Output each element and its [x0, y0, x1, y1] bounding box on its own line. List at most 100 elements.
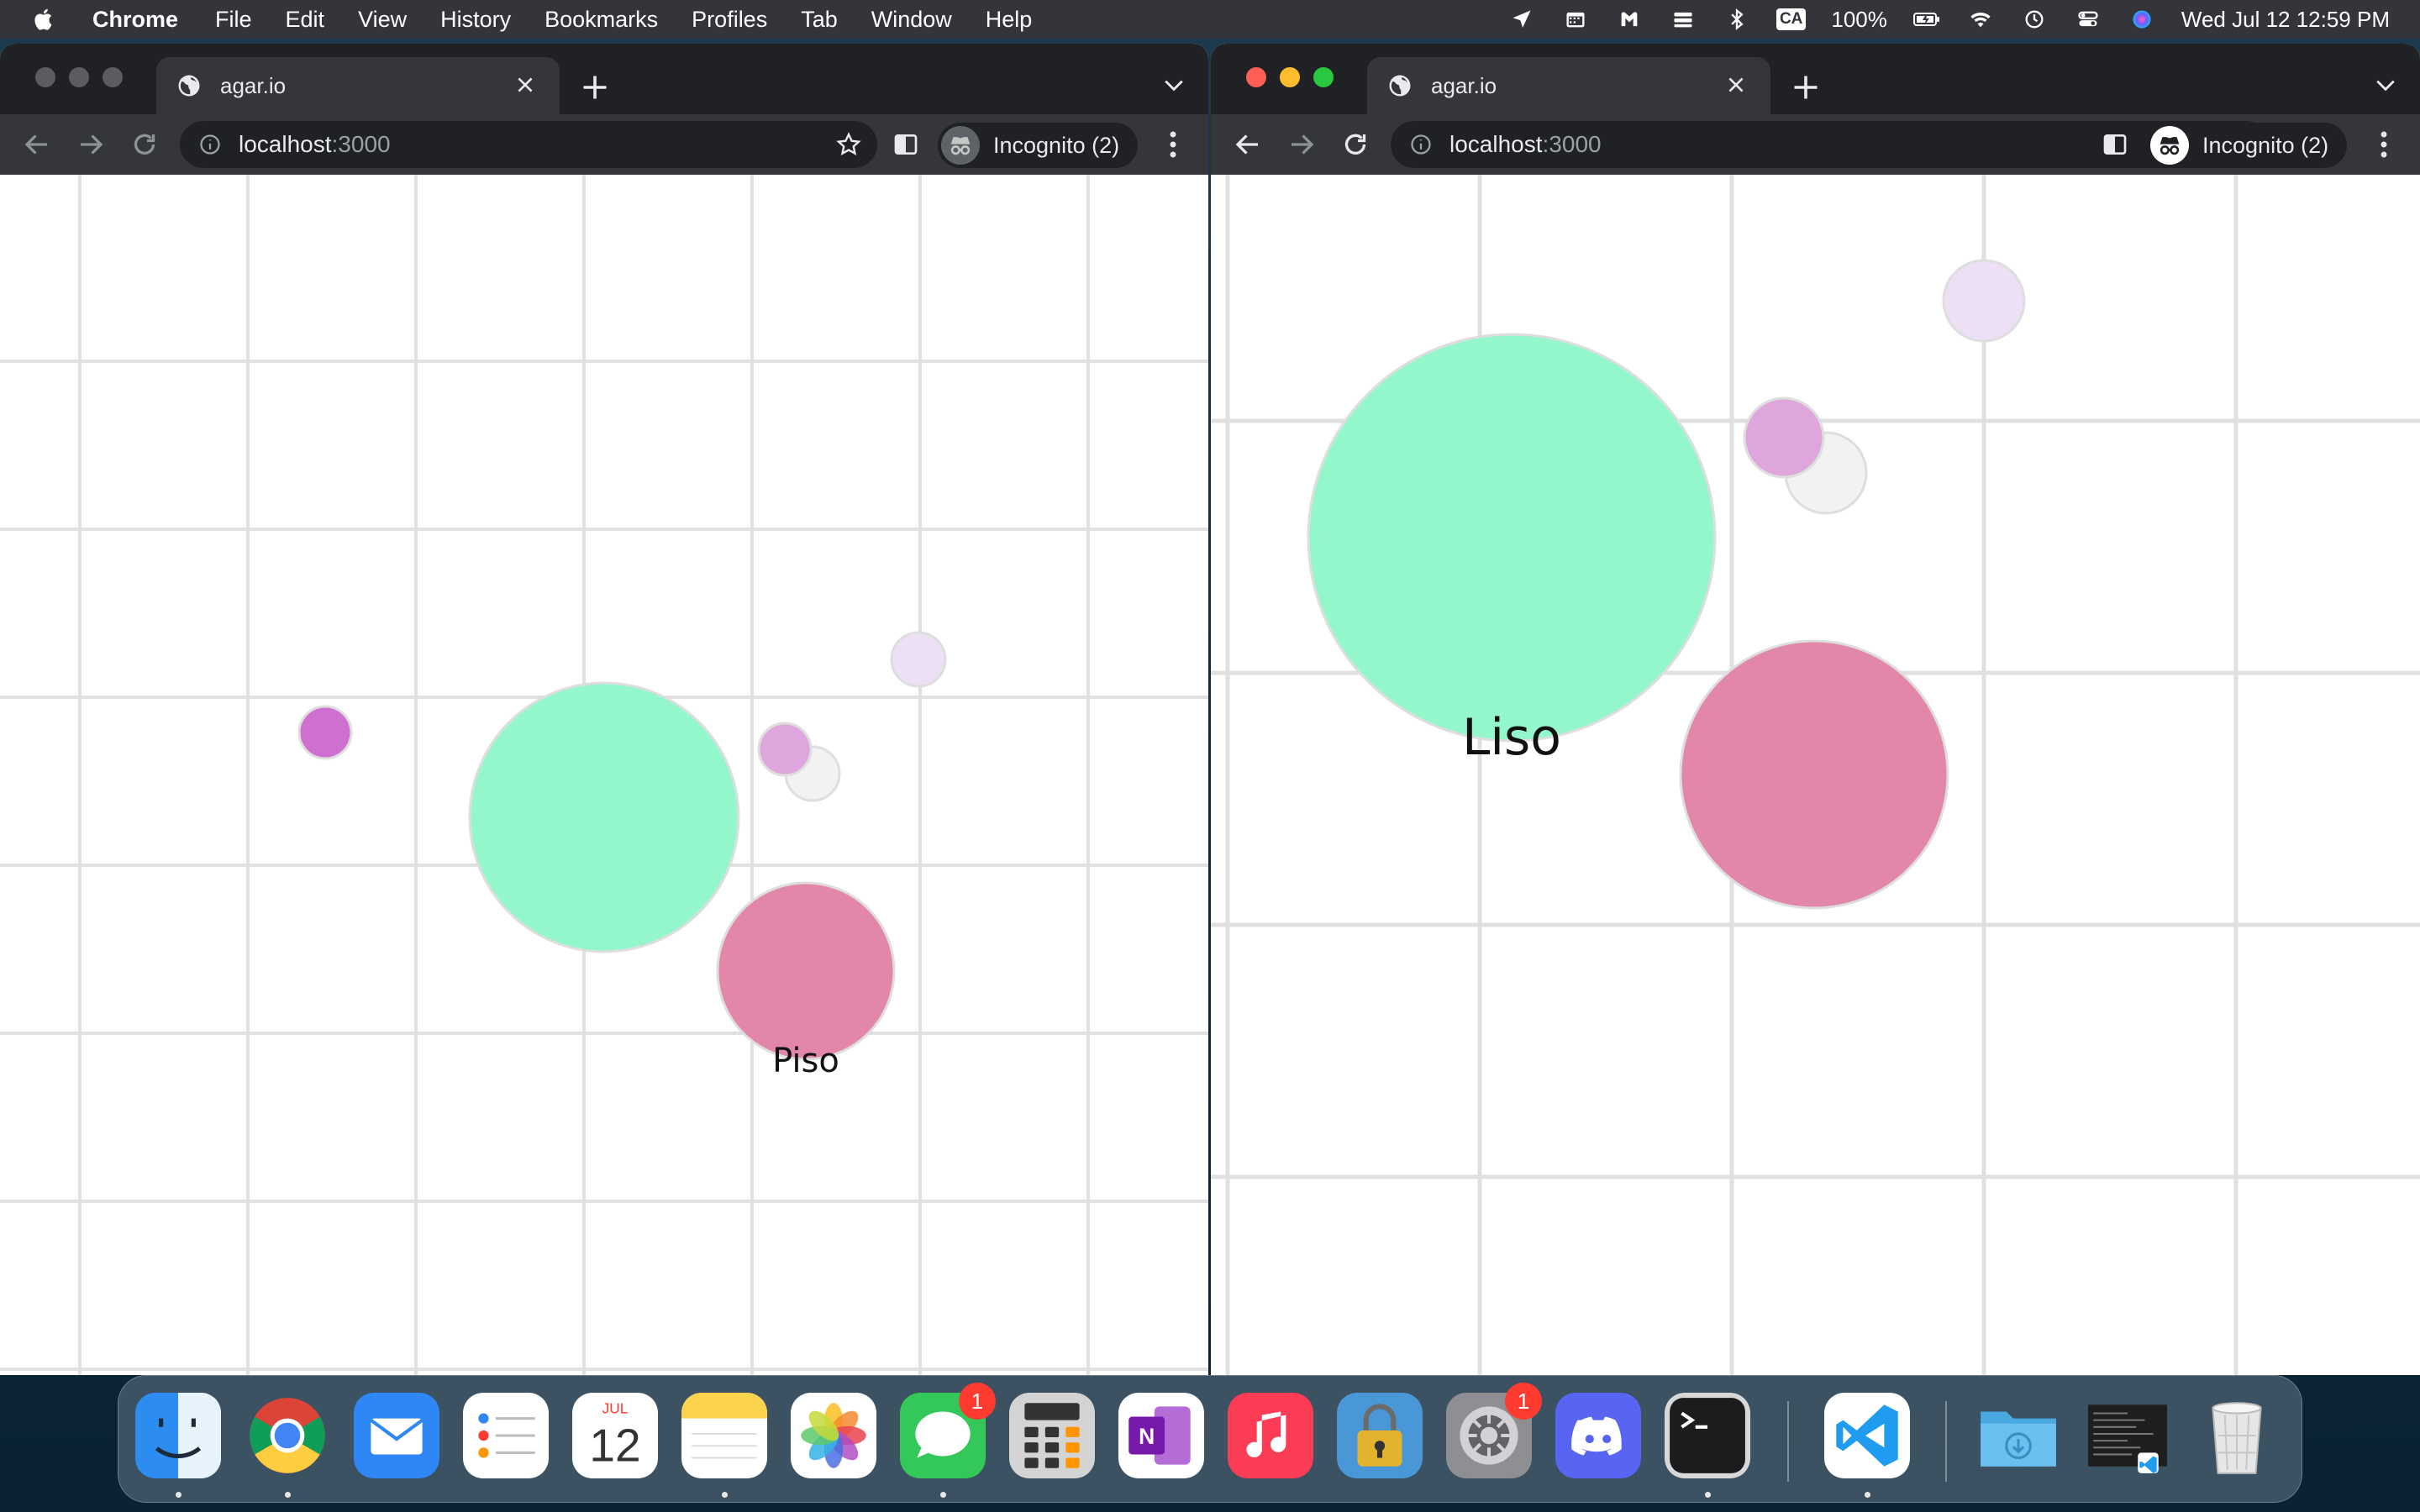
tab-title: agar.io	[220, 72, 287, 98]
address-bar[interactable]: localhost:3000	[1391, 121, 2270, 168]
control-center-icon[interactable]	[2074, 7, 2102, 32]
menu-profiles[interactable]: Profiles	[692, 7, 767, 33]
incognito-label: Incognito (2)	[2202, 132, 2329, 158]
more-menu-icon[interactable]	[1168, 129, 1178, 160]
new-tab-icon[interactable]	[580, 72, 610, 102]
new-tab-icon[interactable]	[1791, 72, 1821, 102]
forward-arrow-icon[interactable]	[76, 129, 106, 160]
chrome-icon[interactable]	[245, 1393, 330, 1478]
player-cell-green	[1307, 333, 1717, 743]
zoom-window-button[interactable]	[1313, 67, 1334, 87]
status-area: CA 100% Wed Jul 12 12:59 PM	[1507, 0, 2390, 39]
tab-strip: agar.io	[1211, 44, 2420, 114]
terminal-icon[interactable]	[1665, 1393, 1750, 1478]
close-tab-icon[interactable]	[514, 74, 536, 96]
menu-tab[interactable]: Tab	[801, 7, 838, 33]
back-arrow-icon[interactable]	[1233, 129, 1263, 160]
close-window-button[interactable]	[35, 67, 55, 87]
photos-icon[interactable]	[791, 1393, 876, 1478]
input-source-badge[interactable]: CA	[1776, 8, 1807, 30]
dock-separator	[1945, 1401, 1947, 1482]
incognito-label: Incognito (2)	[993, 132, 1120, 158]
side-panel-icon[interactable]	[2102, 131, 2128, 158]
minimize-window-button[interactable]	[69, 67, 89, 87]
game-canvas[interactable]: Piso	[0, 175, 1208, 1375]
more-menu-icon[interactable]	[2379, 129, 2389, 160]
incognito-profile-button[interactable]: Incognito (2)	[2147, 123, 2348, 168]
notes-icon[interactable]	[681, 1393, 767, 1478]
downloads-folder-icon[interactable]	[1975, 1393, 2061, 1478]
forward-arrow-icon[interactable]	[1286, 129, 1317, 160]
bluetooth-icon[interactable]	[1723, 7, 1751, 32]
settings-badge: 1	[1505, 1383, 1542, 1420]
menu-view[interactable]: View	[358, 7, 407, 33]
running-indicator	[722, 1492, 728, 1498]
game-viewport[interactable]: Liso	[1211, 175, 2420, 1375]
location-arrow-icon[interactable]	[1507, 7, 1536, 32]
window-thumbnail-icon[interactable]	[2085, 1393, 2170, 1478]
running-indicator	[176, 1492, 182, 1498]
menu-edit[interactable]: Edit	[286, 7, 325, 33]
tab-search-chevron-icon[interactable]	[1163, 77, 1185, 94]
address-bar[interactable]: localhost:3000	[180, 121, 877, 168]
battery-icon[interactable]	[1912, 7, 1941, 32]
reload-icon[interactable]	[1340, 129, 1370, 160]
globe-icon	[178, 75, 200, 97]
player-name-label: Piso	[772, 1042, 839, 1080]
siri-icon[interactable]	[2128, 7, 2156, 32]
menu-help[interactable]: Help	[986, 7, 1033, 33]
menu-bookmarks[interactable]: Bookmarks	[544, 7, 658, 33]
close-tab-icon[interactable]	[1725, 74, 1747, 96]
url-port: :3000	[1542, 131, 1602, 157]
clock[interactable]: Wed Jul 12 12:59 PM	[2181, 7, 2390, 33]
music-icon[interactable]	[1228, 1393, 1313, 1478]
menu-window[interactable]: Window	[871, 7, 952, 33]
malwarebytes-icon[interactable]	[1615, 7, 1644, 32]
finder-icon[interactable]	[135, 1393, 221, 1478]
stacks-icon[interactable]	[1669, 7, 1697, 32]
menu-history[interactable]: History	[440, 7, 511, 33]
trash-icon[interactable]	[2194, 1393, 2280, 1478]
apple-menu-icon[interactable]	[30, 5, 59, 34]
side-panel-icon[interactable]	[892, 131, 919, 158]
close-window-button[interactable]	[1246, 67, 1266, 87]
running-indicator	[940, 1492, 946, 1498]
zoom-window-button[interactable]	[103, 67, 123, 87]
tab-agar-io[interactable]: agar.io	[1367, 57, 1770, 114]
menu-app-name[interactable]: Chrome	[92, 7, 178, 33]
menu-file[interactable]: File	[215, 7, 252, 33]
messages-badge: 1	[959, 1383, 996, 1420]
discord-icon[interactable]	[1555, 1393, 1641, 1478]
time-machine-icon[interactable]	[2020, 7, 2049, 32]
food-pellet-orchid	[1743, 396, 1825, 479]
game-viewport[interactable]: Piso	[0, 175, 1208, 1375]
wifi-icon[interactable]	[1966, 7, 1995, 32]
site-info-icon[interactable]	[198, 133, 222, 156]
reload-icon[interactable]	[129, 129, 160, 160]
calendar-widget-icon[interactable]	[1561, 7, 1590, 32]
incognito-profile-button[interactable]: Incognito (2)	[938, 123, 1139, 168]
tab-search-chevron-icon[interactable]	[2375, 77, 2396, 94]
back-arrow-icon[interactable]	[22, 129, 52, 160]
calculator-icon[interactable]	[1009, 1393, 1095, 1478]
reminders-icon[interactable]	[463, 1393, 549, 1478]
minimize-window-button[interactable]	[1280, 67, 1300, 87]
bookmark-star-icon[interactable]	[835, 131, 862, 158]
food-pellet-orchid	[757, 722, 813, 777]
onenote-icon[interactable]: N	[1118, 1393, 1204, 1478]
running-indicator	[285, 1492, 291, 1498]
url-text: localhost:3000	[1449, 131, 1602, 158]
keychain-icon[interactable]	[1337, 1393, 1423, 1478]
tab-agar-io[interactable]: agar.io	[156, 57, 560, 114]
mail-icon[interactable]	[354, 1393, 439, 1478]
player-cell-green	[468, 681, 740, 953]
calendar-icon[interactable]: JUL 12	[572, 1393, 658, 1478]
player-cell-pink	[716, 881, 896, 1061]
game-canvas[interactable]: Liso	[1211, 175, 2420, 1375]
tab-strip: agar.io	[0, 44, 1208, 114]
food-pellet-magenta	[297, 705, 353, 760]
site-info-icon[interactable]	[1409, 133, 1433, 156]
vscode-icon[interactable]	[1824, 1393, 1910, 1478]
browser-window-left: agar.io localhost:3000 Incognito (2) Pis…	[0, 44, 1208, 1375]
calendar-day: 12	[589, 1420, 640, 1472]
